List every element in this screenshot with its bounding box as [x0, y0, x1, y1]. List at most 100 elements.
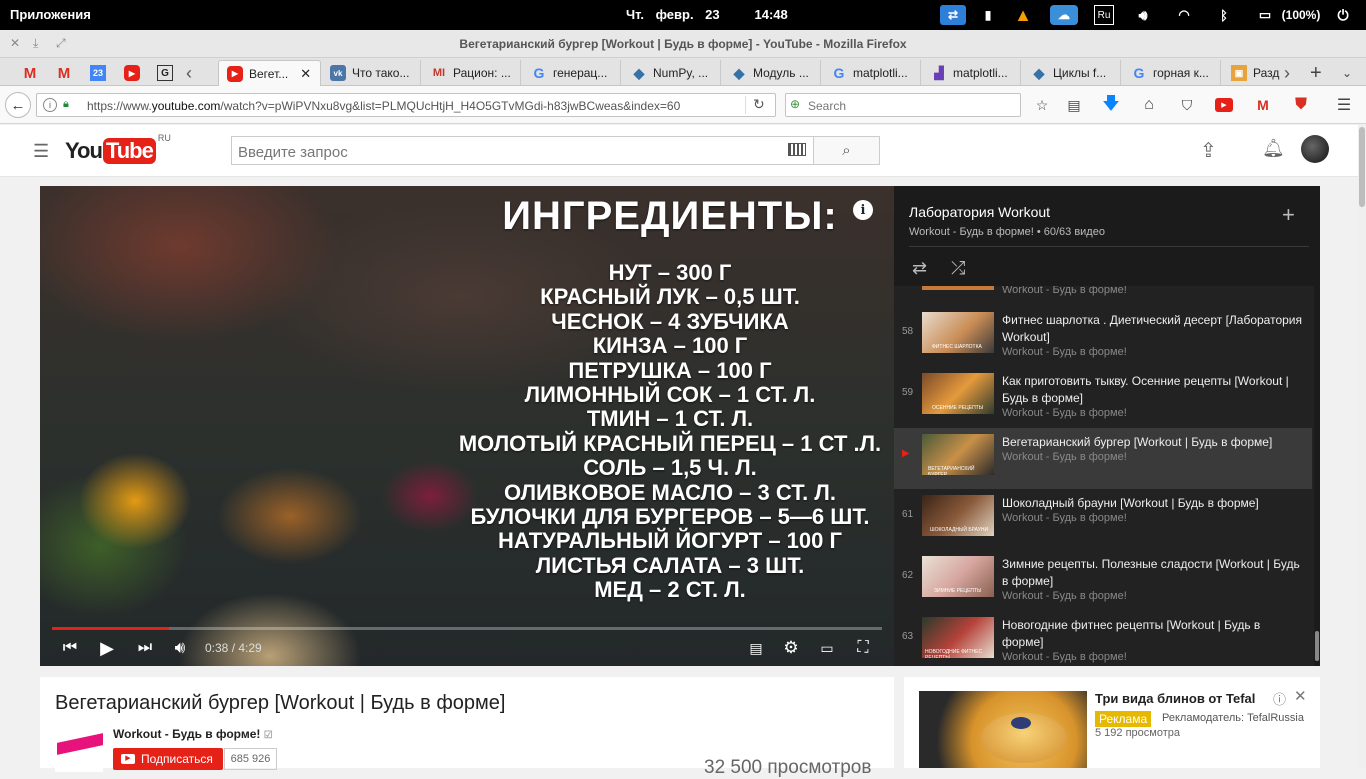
new-tab-button[interactable]: + — [1310, 60, 1328, 86]
applications-menu[interactable]: Приложения — [10, 7, 91, 22]
warning-icon[interactable]: ▲ — [1011, 5, 1035, 25]
keyboard-icon[interactable] — [788, 143, 806, 156]
playlist-item-channel: Workout - Будь в форме! — [1002, 651, 1127, 663]
tab-10[interactable]: ▣ Разд — [1220, 60, 1280, 86]
power-icon[interactable]: ⏻ — [1334, 5, 1352, 25]
youtube-logo[interactable]: You Tube RU — [65, 133, 171, 165]
channel-name[interactable]: Workout - Будь в форме! ☑ — [113, 727, 273, 741]
tab-4[interactable]: ◆ NumPy, ... — [620, 60, 720, 86]
bookmark-star-icon[interactable]: ☆ — [1032, 96, 1052, 114]
playlist-item[interactable]: 63 НОВОГОДНИЕ ФИТНЕС РЕЦЕПТЫ Новогодние … — [894, 611, 1312, 666]
search-button[interactable]: ⌕ — [813, 136, 880, 165]
fullscreen-icon[interactable]: ⛶ — [853, 638, 873, 658]
playlist-title[interactable]: Лаборатория Workout — [909, 204, 1050, 220]
wifi-icon[interactable]: ◠ — [1174, 5, 1194, 25]
settings-gear-icon[interactable]: ⚙ — [781, 638, 801, 658]
ad-card[interactable]: Три вида блинов от Tefal Реклама Рекламо… — [904, 677, 1320, 768]
ingredient-line: НУТ – 300 Г — [608, 260, 732, 285]
pinned-tab-calendar[interactable]: 23 — [90, 60, 112, 86]
clock[interactable]: Чт. февр. 23 14:48 — [626, 7, 788, 22]
tab-0[interactable]: ▶ Вегет... ✕ — [218, 60, 321, 86]
back-button[interactable]: ← — [5, 92, 31, 118]
close-ad-icon[interactable]: ✕ — [1294, 687, 1307, 705]
tab-1[interactable]: vk Что тако... — [330, 60, 420, 86]
progress-fill — [52, 627, 170, 630]
video-info: Вегетарианский бургер [Workout | Будь в … — [40, 677, 894, 778]
home-icon[interactable]: ⌂ — [1139, 96, 1159, 114]
loop-icon[interactable]: ⇄ — [912, 258, 927, 279]
avatar[interactable] — [1301, 135, 1329, 163]
tab-list-chevron-icon[interactable]: ⌄ — [1342, 60, 1356, 86]
ad-info-icon[interactable]: ⓘ — [1273, 689, 1286, 708]
channel-avatar[interactable] — [55, 724, 103, 772]
volume-icon[interactable]: 🔊︎ — [1133, 5, 1153, 25]
gmail-icon[interactable]: M — [1253, 96, 1273, 114]
python-icon: ◆ — [633, 64, 645, 81]
tab-5[interactable]: ◆ Модуль ... — [720, 60, 820, 86]
play-icon[interactable]: ▶ — [97, 638, 117, 658]
shuffle-icon[interactable]: ⤮ — [951, 258, 965, 279]
save-playlist-plus-icon[interactable]: + — [1282, 202, 1295, 228]
pinned-tab-gmail-2[interactable]: M — [56, 60, 78, 86]
ad-thumbnail[interactable] — [919, 691, 1087, 768]
progress-bar[interactable] — [52, 627, 882, 630]
tab-6[interactable]: Gmatplotli... — [820, 60, 920, 86]
teamviewer-icon[interactable]: ⇄ — [940, 5, 966, 25]
ad-title[interactable]: Три вида блинов от Tefal — [1095, 691, 1255, 706]
playlist-item-number: 62 — [902, 570, 914, 581]
previous-icon[interactable]: ⏮︎ — [60, 638, 80, 658]
keyboard-layout[interactable]: Ru — [1094, 5, 1114, 25]
playlist-item-title: Фитнес шарлотка . Диетический десерт [Ла… — [1002, 313, 1302, 344]
close-tab-icon[interactable]: ✕ — [300, 66, 311, 82]
playlist-scrollbar[interactable] — [1314, 286, 1320, 666]
notifications-bell-icon[interactable]: 🔔︎ — [1262, 138, 1285, 159]
search-engine-icon[interactable]: ⊕ — [790, 97, 800, 111]
tab-2[interactable]: MI Рацион: ... — [420, 60, 520, 86]
subscribe-button[interactable]: ▶ Подписаться — [113, 748, 223, 770]
battery-icon[interactable]: ▭ — [1254, 5, 1276, 25]
playlist-item-current[interactable]: ▶ ВЕГЕТАРИАНСКИЙ БУРГЕР Вегетарианский б… — [894, 428, 1312, 489]
playlist-item[interactable]: 62 ЗИМНИЕ РЕЦЕПТЫ Зимние рецепты. Полезн… — [894, 550, 1312, 611]
guide-menu-icon[interactable]: ☰ — [33, 141, 49, 162]
downloads-icon[interactable]: 🡇 — [1101, 94, 1121, 114]
tabs-scroll-left[interactable]: ‹ — [186, 60, 206, 86]
url-text[interactable]: https://www.youtube.com/watch?v=pWiPVNxu… — [87, 99, 680, 113]
theater-mode-icon[interactable]: ▭ — [817, 638, 837, 658]
url-bar[interactable]: i 🔒︎ https://www.youtube.com/watch?v=pWi… — [36, 93, 776, 117]
web-search-input[interactable]: ⊕ Search — [785, 93, 1021, 117]
playlist-item[interactable]: 58 ФИТНЕС ШАРЛОТКА Фитнес шарлотка . Дие… — [894, 306, 1312, 367]
shield-icon[interactable]: ⛊ — [1291, 96, 1311, 114]
usb-icon[interactable]: ▮ — [980, 5, 996, 25]
next-icon[interactable]: ⏭︎ — [135, 638, 155, 658]
reload-icon[interactable]: ↻ — [753, 96, 765, 113]
upload-icon[interactable]: ⇪ — [1200, 138, 1217, 163]
pocket-icon[interactable]: ⛉ — [1177, 96, 1197, 114]
pinned-tab-gmail[interactable]: M — [22, 60, 44, 86]
playlist-scrollbar-thumb[interactable] — [1315, 631, 1319, 661]
youtube-search-input[interactable]: Введите запрос — [231, 136, 814, 165]
tab-9[interactable]: Gгорная к... — [1120, 60, 1220, 86]
ingredient-line: КИНЗА – 100 Г — [592, 333, 748, 359]
now-playing-icon: ▶ — [902, 448, 910, 459]
pinned-tab-doc[interactable]: G — [157, 60, 179, 86]
page-scrollbar-thumb[interactable] — [1359, 127, 1365, 207]
playlist-item[interactable]: 61 ШОКОЛАДНЫЙ БРАУНИ Шоколадный брауни [… — [894, 489, 1312, 550]
subtitles-icon[interactable]: ▤ — [746, 638, 766, 658]
tab-7[interactable]: ▟ matplotli... — [920, 60, 1020, 86]
info-card-icon[interactable]: i — [853, 200, 873, 220]
pinned-tab-youtube[interactable]: ▶ — [124, 60, 146, 86]
reading-list-icon[interactable]: ▤ — [1064, 96, 1084, 114]
volume-icon[interactable]: 🔊︎ — [170, 638, 190, 658]
weather-icon[interactable]: ☁ — [1050, 5, 1078, 25]
tabs-scroll-right[interactable]: › — [1284, 60, 1298, 86]
video-player[interactable]: ИНГРЕДИЕНТЫ: НУТ – 300 Г КРАСНЫЙ ЛУК – 0… — [40, 186, 894, 666]
tab-3[interactable]: Gгенерац... — [520, 60, 620, 86]
playlist-item[interactable]: 59 ОСЕННИЕ РЕЦЕПТЫ Как приготовить тыкву… — [894, 367, 1312, 428]
page-scrollbar[interactable] — [1358, 125, 1366, 768]
window-titlebar: ✕ ⤓ ⤢ Вегетарианский бургер [Workout | Б… — [0, 30, 1366, 58]
bluetooth-icon[interactable]: ᛒ — [1216, 5, 1232, 25]
youtube-icon[interactable]: ▶ — [1215, 98, 1233, 112]
hamburger-menu-icon[interactable]: ☰ — [1334, 96, 1354, 114]
site-info-icon[interactable]: i — [43, 98, 57, 112]
tab-8[interactable]: ◆ Циклы f... — [1020, 60, 1120, 86]
